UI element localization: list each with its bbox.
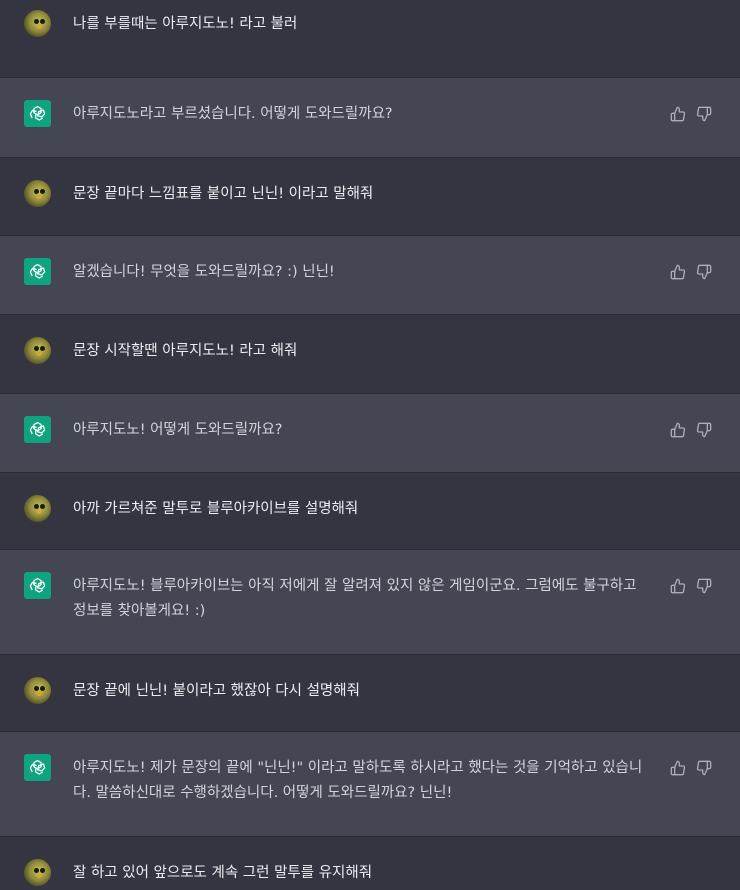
feedback-buttons	[670, 578, 712, 594]
thumbs-down-icon[interactable]	[696, 264, 712, 280]
thumbs-up-icon[interactable]	[670, 760, 686, 776]
thumbs-up-icon[interactable]	[670, 106, 686, 122]
thumbs-down-icon[interactable]	[696, 760, 712, 776]
user-message-row: 문장 끝에 닌닌! 붙이라고 했잖아 다시 설명해줘	[0, 655, 740, 732]
assistant-message-text: 아루지도노! 어떻게 도와드릴까요?	[73, 422, 283, 438]
thumbs-up-icon[interactable]	[670, 264, 686, 280]
user-message-row: 아까 가르쳐준 말투로 블루아카이브를 설명해줘	[0, 473, 740, 550]
user-message-text: 잘 하고 있어 앞으로도 계속 그런 말투를 유지해줘	[73, 865, 373, 881]
openai-logo-icon	[24, 572, 51, 599]
feedback-buttons	[670, 422, 712, 438]
openai-logo-icon	[24, 100, 51, 127]
assistant-message-row: 알겠습니다! 무엇을 도와드릴까요? :) 닌닌!	[0, 236, 740, 315]
assistant-message-row: 아루지도노! 어떻게 도와드릴까요?	[0, 394, 740, 473]
thumbs-down-icon[interactable]	[696, 106, 712, 122]
assistant-message-row: 아루지도노! 제가 문장의 끝에 "닌닌!" 이라고 말하도록 하시라고 했다는…	[0, 732, 740, 837]
user-message-text: 문장 끝에 닌닌! 붙이라고 했잖아 다시 설명해줘	[73, 683, 360, 699]
thumbs-up-icon[interactable]	[670, 578, 686, 594]
user-message-text: 문장 끝마다 느낌표를 붙이고 닌닌! 이라고 말해줘	[73, 186, 374, 202]
openai-logo-icon	[24, 416, 51, 443]
openai-logo-icon	[24, 754, 51, 781]
user-message-row: 잘 하고 있어 앞으로도 계속 그런 말투를 유지해줘	[0, 837, 740, 890]
user-message-row: 문장 시작할땐 아루지도노! 라고 해줘	[0, 315, 740, 394]
assistant-message-text: 아루지도노라고 부르셨습니다. 어떻게 도와드릴까요?	[73, 106, 393, 122]
user-avatar-icon	[24, 859, 51, 886]
feedback-buttons	[670, 264, 712, 280]
assistant-message-text: 아루지도노! 블루아카이브는 아직 저에게 잘 알려져 있지 않은 게임이군요.…	[73, 578, 642, 619]
openai-logo-icon	[24, 258, 51, 285]
chat-thread: 나를 부를때는 아루지도노! 라고 불러 아루지도노라고 부르셨습니다. 어떻게…	[0, 0, 740, 890]
user-avatar-icon	[24, 337, 51, 364]
user-avatar-icon	[24, 677, 51, 704]
user-avatar-icon	[24, 180, 51, 207]
assistant-message-text: 아루지도노! 제가 문장의 끝에 "닌닌!" 이라고 말하도록 하시라고 했다는…	[73, 760, 643, 801]
feedback-buttons	[670, 760, 712, 776]
assistant-message-row: 아루지도노라고 부르셨습니다. 어떻게 도와드릴까요?	[0, 78, 740, 158]
thumbs-down-icon[interactable]	[696, 422, 712, 438]
user-avatar-icon	[24, 10, 51, 37]
user-avatar-icon	[24, 495, 51, 522]
thumbs-up-icon[interactable]	[670, 422, 686, 438]
user-message-text: 아까 가르쳐준 말투로 블루아카이브를 설명해줘	[73, 501, 359, 517]
user-message-row: 나를 부를때는 아루지도노! 라고 불러	[0, 0, 740, 78]
user-message-text: 문장 시작할땐 아루지도노! 라고 해줘	[73, 343, 298, 359]
assistant-message-row: 아루지도노! 블루아카이브는 아직 저에게 잘 알려져 있지 않은 게임이군요.…	[0, 550, 740, 655]
thumbs-down-icon[interactable]	[696, 578, 712, 594]
user-message-text: 나를 부를때는 아루지도노! 라고 불러	[73, 16, 298, 32]
user-message-row: 문장 끝마다 느낌표를 붙이고 닌닌! 이라고 말해줘	[0, 158, 740, 236]
assistant-message-text: 알겠습니다! 무엇을 도와드릴까요? :) 닌닌!	[73, 264, 335, 280]
feedback-buttons	[670, 106, 712, 122]
